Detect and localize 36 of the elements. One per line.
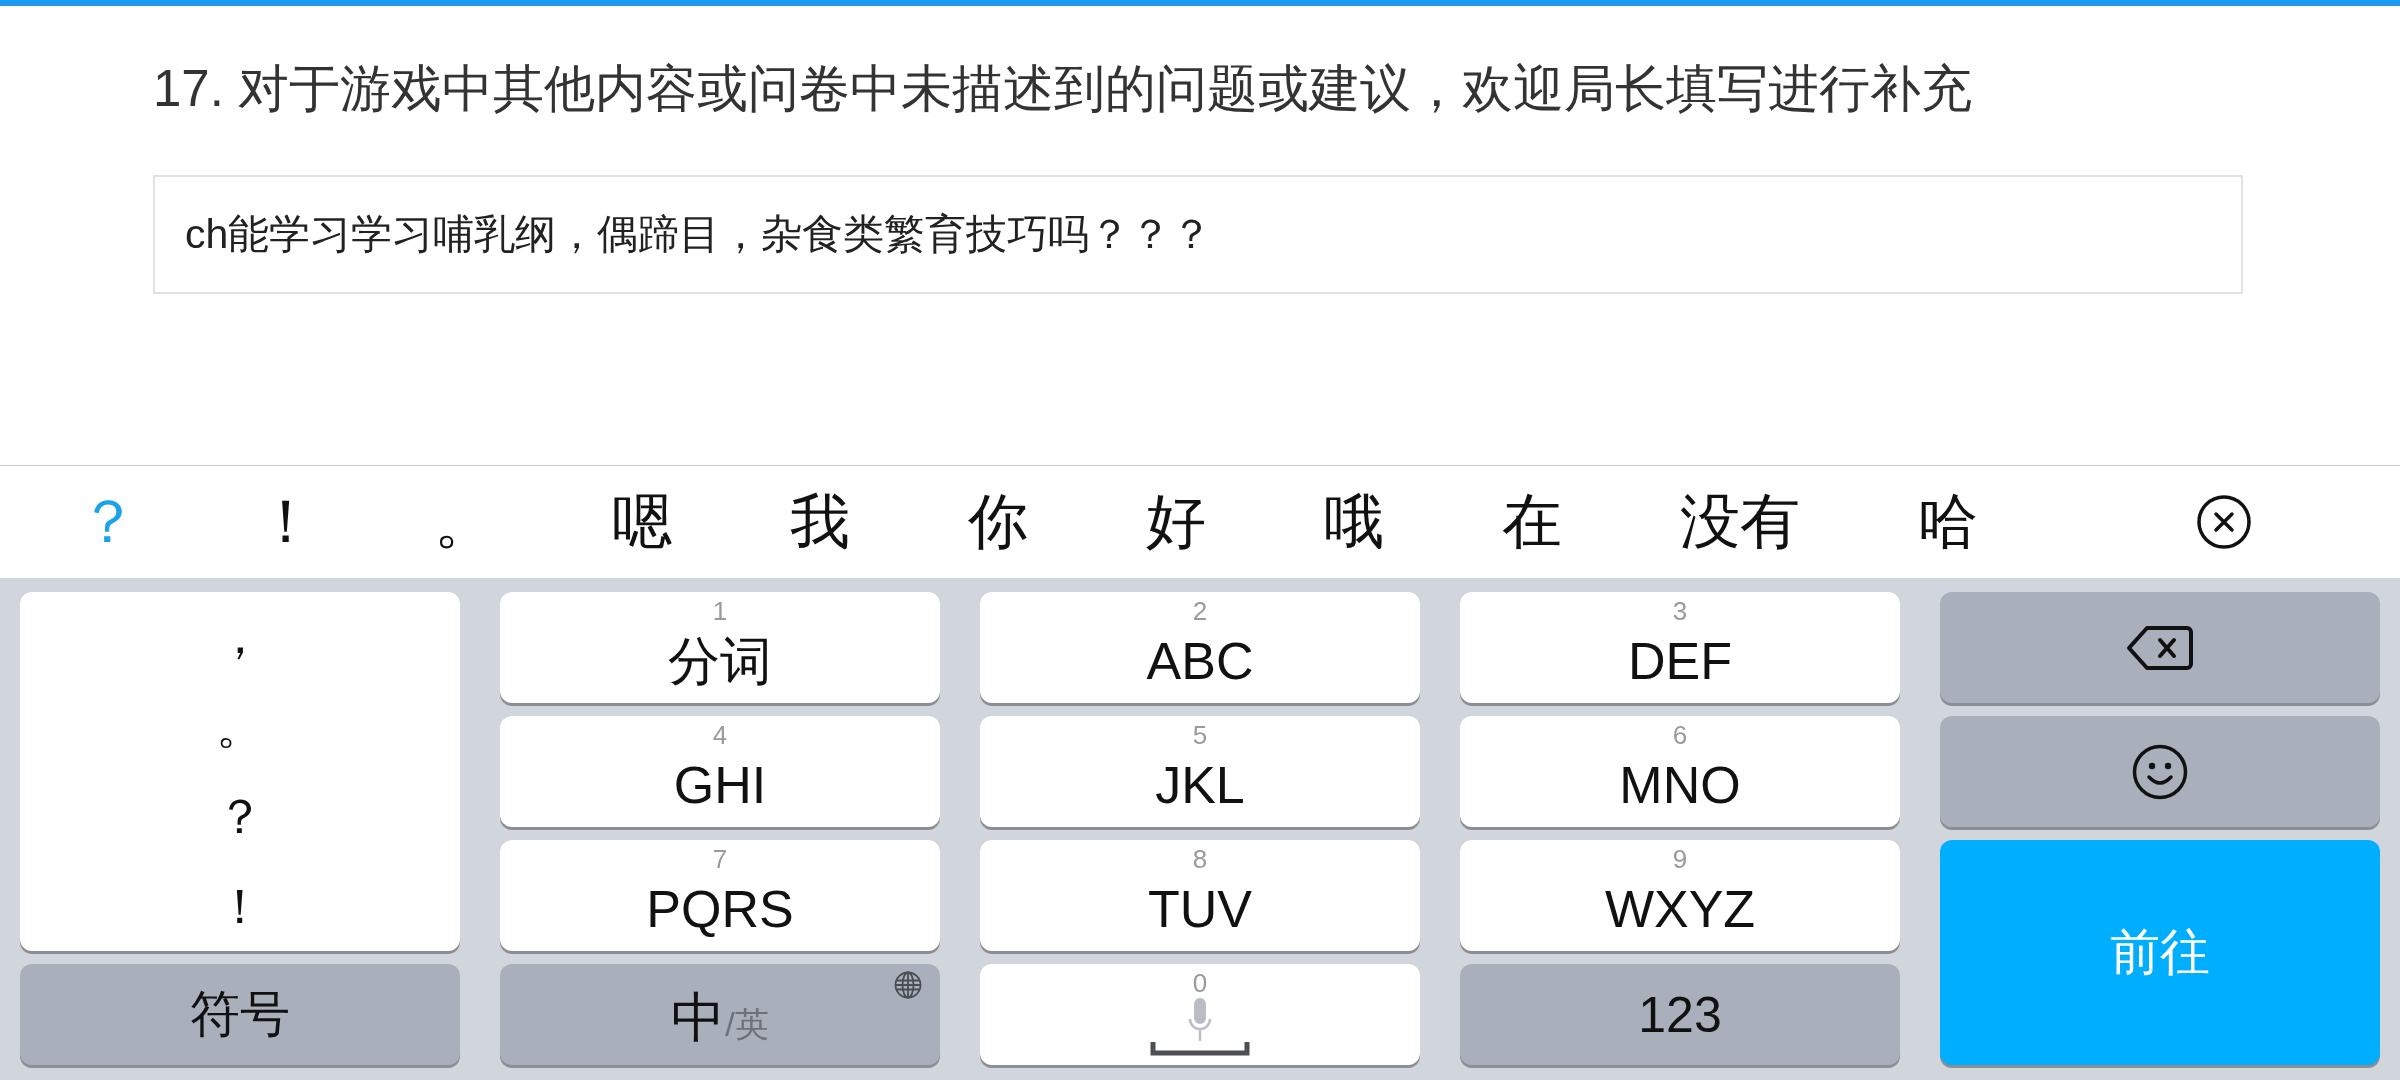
function-key[interactable]: 123 bbox=[1460, 964, 1900, 1065]
candidate-word[interactable]: 。 bbox=[434, 489, 494, 555]
globe-icon bbox=[894, 971, 922, 999]
candidate-word[interactable]: 嗯 bbox=[612, 489, 672, 555]
backspace-icon bbox=[2126, 624, 2194, 671]
function-key[interactable]: 符号 bbox=[20, 964, 460, 1065]
candidate-word[interactable]: 哈 bbox=[1918, 489, 1978, 555]
smiley-icon bbox=[2132, 743, 2188, 800]
keypad-key[interactable]: 2 ABC bbox=[980, 592, 1420, 703]
keypad-key[interactable]: 1 分词 bbox=[500, 592, 940, 703]
backspace-key[interactable] bbox=[1940, 592, 2380, 703]
punctuation-mark[interactable]: ？ bbox=[216, 772, 264, 862]
candidate-word[interactable]: 你 bbox=[968, 489, 1028, 555]
space-bar-icon bbox=[1150, 1042, 1250, 1056]
keypad-key[interactable]: 9 WXYZ bbox=[1460, 840, 1900, 951]
punctuation-mark[interactable]: 。 bbox=[216, 682, 264, 772]
punctuation-mark[interactable]: ！ bbox=[216, 862, 264, 952]
candidate-word[interactable]: 哦 bbox=[1324, 489, 1384, 555]
keypad-key[interactable]: 6 MNO bbox=[1460, 716, 1900, 827]
emoji-key[interactable] bbox=[1940, 716, 2380, 827]
answer-field[interactable]: ch能学习学习哺乳纲，偶蹄目，杂食类繁育技巧吗？？？ bbox=[153, 175, 2243, 294]
language-key[interactable]: 中/英 bbox=[500, 964, 940, 1065]
candidate-word[interactable]: 好 bbox=[1146, 489, 1206, 555]
question-title: 17. 对于游戏中其他内容或问卷中未描述到的问题或建议，欢迎局长填写进行补充 bbox=[153, 59, 1974, 119]
keypad-key[interactable]: 7 PQRS bbox=[500, 840, 940, 951]
candidate-word[interactable]: 我 bbox=[790, 489, 850, 555]
candidate-word[interactable]: 没有 bbox=[1680, 489, 1800, 555]
keypad-key[interactable]: 8 TUV bbox=[980, 840, 1420, 951]
candidate-word[interactable]: ！ bbox=[256, 489, 316, 555]
candidate-word[interactable]: 在 bbox=[1502, 489, 1562, 555]
close-icon[interactable] bbox=[2197, 495, 2251, 549]
keypad-key[interactable]: 3 DEF bbox=[1460, 592, 1900, 703]
microphone-icon bbox=[1188, 998, 1212, 1042]
keypad-key[interactable]: 5 JKL bbox=[980, 716, 1420, 827]
punctuation-mark[interactable]: ， bbox=[216, 592, 264, 682]
keypad-key[interactable]: 4 GHI bbox=[500, 716, 940, 827]
